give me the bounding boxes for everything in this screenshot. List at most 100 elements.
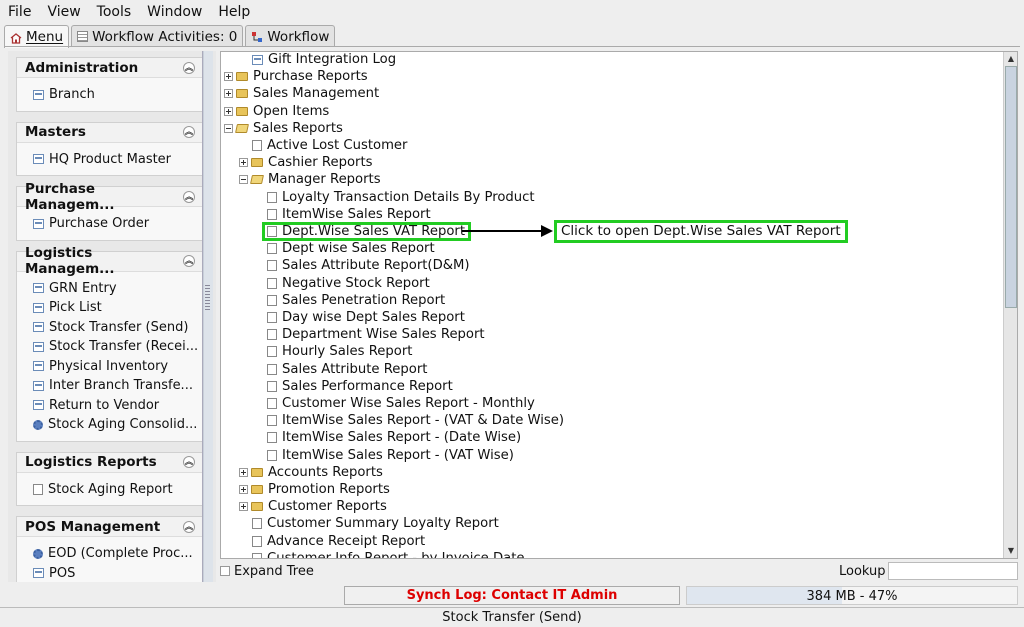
tree-item[interactable]: Negative Stock Report xyxy=(267,275,430,292)
tree-item[interactable]: Department Wise Sales Report xyxy=(267,326,485,343)
tree-item[interactable]: Customer Summary Loyalty Report xyxy=(252,515,499,532)
expand-icon[interactable] xyxy=(239,485,248,494)
splitter-grip[interactable] xyxy=(205,285,210,311)
sidebar-section-header[interactable]: Logistics Managem... ︽ xyxy=(17,245,203,277)
sidebar-item[interactable]: EOD (Complete Proc... xyxy=(17,544,203,564)
tree-folder[interactable]: Accounts Reports xyxy=(239,464,383,481)
collapse-icon[interactable]: ︽ xyxy=(183,456,195,468)
tree-scroll-thumb[interactable] xyxy=(1005,66,1017,308)
tree-item-label: Customer Summary Loyalty Report xyxy=(267,516,499,532)
tree-item[interactable]: Customer Info Report - by Invoice Date xyxy=(252,550,524,558)
menu-window[interactable]: Window xyxy=(139,0,210,24)
page-icon xyxy=(252,552,262,558)
menu-help[interactable]: Help xyxy=(210,0,258,24)
scroll-down-arrow-icon[interactable]: ▼ xyxy=(1004,544,1018,558)
menu-tools[interactable]: Tools xyxy=(89,0,140,24)
memory-indicator[interactable]: 384 MB - 47% xyxy=(686,586,1018,605)
tree-folder[interactable]: Open Items xyxy=(224,103,329,120)
sidebar-item[interactable]: Stock Aging Consolid... xyxy=(17,415,203,435)
tree-folder[interactable]: Sales Reports xyxy=(224,120,343,137)
tree-item[interactable]: Sales Attribute Report(D&M) xyxy=(267,257,470,274)
expand-icon[interactable] xyxy=(224,106,233,116)
collapse-icon[interactable] xyxy=(224,123,233,133)
page-icon xyxy=(267,226,277,237)
tree-item[interactable]: Active Lost Customer xyxy=(252,137,407,154)
tree-folder[interactable]: Purchase Reports xyxy=(224,68,368,85)
sidebar-item[interactable]: Stock Transfer (Send) xyxy=(17,318,203,338)
sidebar-item[interactable]: POS xyxy=(17,564,203,583)
tree-folder[interactable]: Customer Reports xyxy=(239,498,387,515)
callout-arrow-line xyxy=(462,230,544,232)
sidebar-item[interactable]: GRN Entry xyxy=(17,279,203,299)
sidebar-item[interactable]: Physical Inventory xyxy=(17,357,203,377)
sidebar-item-label: GRN Entry xyxy=(49,280,117,296)
tree-item-label: ItemWise Sales Report - (Date Wise) xyxy=(282,430,522,446)
tree-folder[interactable]: Sales Management xyxy=(224,85,379,102)
collapse-icon[interactable] xyxy=(239,175,248,185)
collapse-icon[interactable]: ︽ xyxy=(183,126,195,138)
collapse-icon[interactable]: ︽ xyxy=(183,190,195,203)
synch-log-button[interactable]: Synch Log: Contact IT Admin xyxy=(344,586,680,605)
tree-item-label: Day wise Dept Sales Report xyxy=(282,310,465,325)
sidebar-section-header[interactable]: POS Management ︽ xyxy=(17,517,203,537)
tab-menu[interactable]: Menu xyxy=(4,25,70,48)
sidebar-scroll-thumb[interactable] xyxy=(204,51,213,582)
sidebar-item[interactable]: Stock Aging Report xyxy=(17,480,203,500)
tree-item[interactable]: ItemWise Sales Report - (Date Wise) xyxy=(267,429,521,446)
sidebar-item[interactable]: Branch xyxy=(17,85,203,105)
sidebar-item[interactable]: HQ Product Master xyxy=(17,150,203,170)
tab-workflow[interactable]: Workflow xyxy=(245,25,336,47)
tree-item-label: Gift Integration Log xyxy=(268,52,397,67)
tree-folder[interactable]: Manager Reports xyxy=(239,171,381,188)
tree-scrollbar[interactable]: ▲ ▼ xyxy=(1003,52,1017,558)
tab-workflow-activities[interactable]: Workflow Activities: 0 xyxy=(71,25,244,47)
sidebar-section-header[interactable]: Purchase Managem... ︽ xyxy=(17,181,203,213)
tree-item[interactable]: Customer Wise Sales Report - Monthly xyxy=(267,395,535,412)
expand-tree-checkbox[interactable] xyxy=(220,566,230,576)
sidebar-item[interactable]: Return to Vendor xyxy=(17,396,203,416)
expand-icon[interactable] xyxy=(224,72,233,82)
scroll-up-arrow-icon[interactable]: ▲ xyxy=(1004,52,1018,66)
lookup-input[interactable] xyxy=(888,562,1018,580)
sidebar-item[interactable]: Purchase Order xyxy=(17,214,203,234)
tree-item[interactable]: Advance Receipt Report xyxy=(252,533,425,550)
tree-item[interactable]: ItemWise Sales Report - (VAT Wise) xyxy=(267,447,514,464)
collapse-icon[interactable]: ︽ xyxy=(183,255,195,267)
collapse-icon[interactable]: ︽ xyxy=(183,520,195,533)
tree-item[interactable]: Gift Integration Log xyxy=(252,52,397,68)
expand-icon[interactable] xyxy=(224,89,233,99)
collapse-icon[interactable]: ︽ xyxy=(183,61,195,74)
menu-file[interactable]: File xyxy=(0,0,39,24)
tree-item[interactable]: Dept.Wise Sales VAT Report xyxy=(262,222,472,241)
sidebar-section-header[interactable]: Masters ︽ xyxy=(17,122,203,143)
sidebar-item[interactable]: Stock Transfer (Recei... xyxy=(17,337,203,357)
expand-icon[interactable] xyxy=(239,467,248,477)
tree-item[interactable]: Sales Performance Report xyxy=(267,378,453,395)
sidebar-scrollbar[interactable] xyxy=(202,51,213,582)
callout-label: Click to open Dept.Wise Sales VAT Report xyxy=(554,220,848,243)
tree-item[interactable]: Sales Penetration Report xyxy=(267,292,445,309)
tree-item[interactable]: Dept wise Sales Report xyxy=(267,240,435,257)
sidebar-item[interactable]: Pick List xyxy=(17,298,203,318)
tree-item[interactable]: Hourly Sales Report xyxy=(267,343,412,360)
tree-item[interactable]: ItemWise Sales Report - (VAT & Date Wise… xyxy=(267,412,564,429)
tree-item[interactable]: Day wise Dept Sales Report xyxy=(267,309,465,326)
tree-item[interactable]: Loyalty Transaction Details By Product xyxy=(267,189,535,206)
expand-tree-label[interactable]: Expand Tree xyxy=(234,564,314,579)
tree-item-label: Sales Reports xyxy=(253,120,343,136)
tab-menu-label: Menu xyxy=(26,29,64,45)
menu-view[interactable]: View xyxy=(39,0,88,24)
sidebar-item[interactable]: Inter Branch Transfe... xyxy=(17,376,203,396)
page-icon xyxy=(267,398,277,409)
sidebar-item-label: Stock Aging Report xyxy=(48,481,173,497)
folder-icon xyxy=(251,502,263,512)
folder-icon xyxy=(251,467,263,477)
expand-icon[interactable] xyxy=(239,502,248,512)
tree-item[interactable]: ItemWise Sales Report xyxy=(267,206,431,223)
tree-item[interactable]: Sales Attribute Report xyxy=(267,361,427,378)
sidebar-section-header[interactable]: Logistics Reports ︽ xyxy=(17,452,203,473)
tree-folder[interactable]: Cashier Reports xyxy=(239,154,373,171)
expand-icon[interactable] xyxy=(239,158,248,168)
tree-folder[interactable]: Promotion Reports xyxy=(239,481,390,498)
sidebar-section-header[interactable]: Administration ︽ xyxy=(17,58,203,78)
